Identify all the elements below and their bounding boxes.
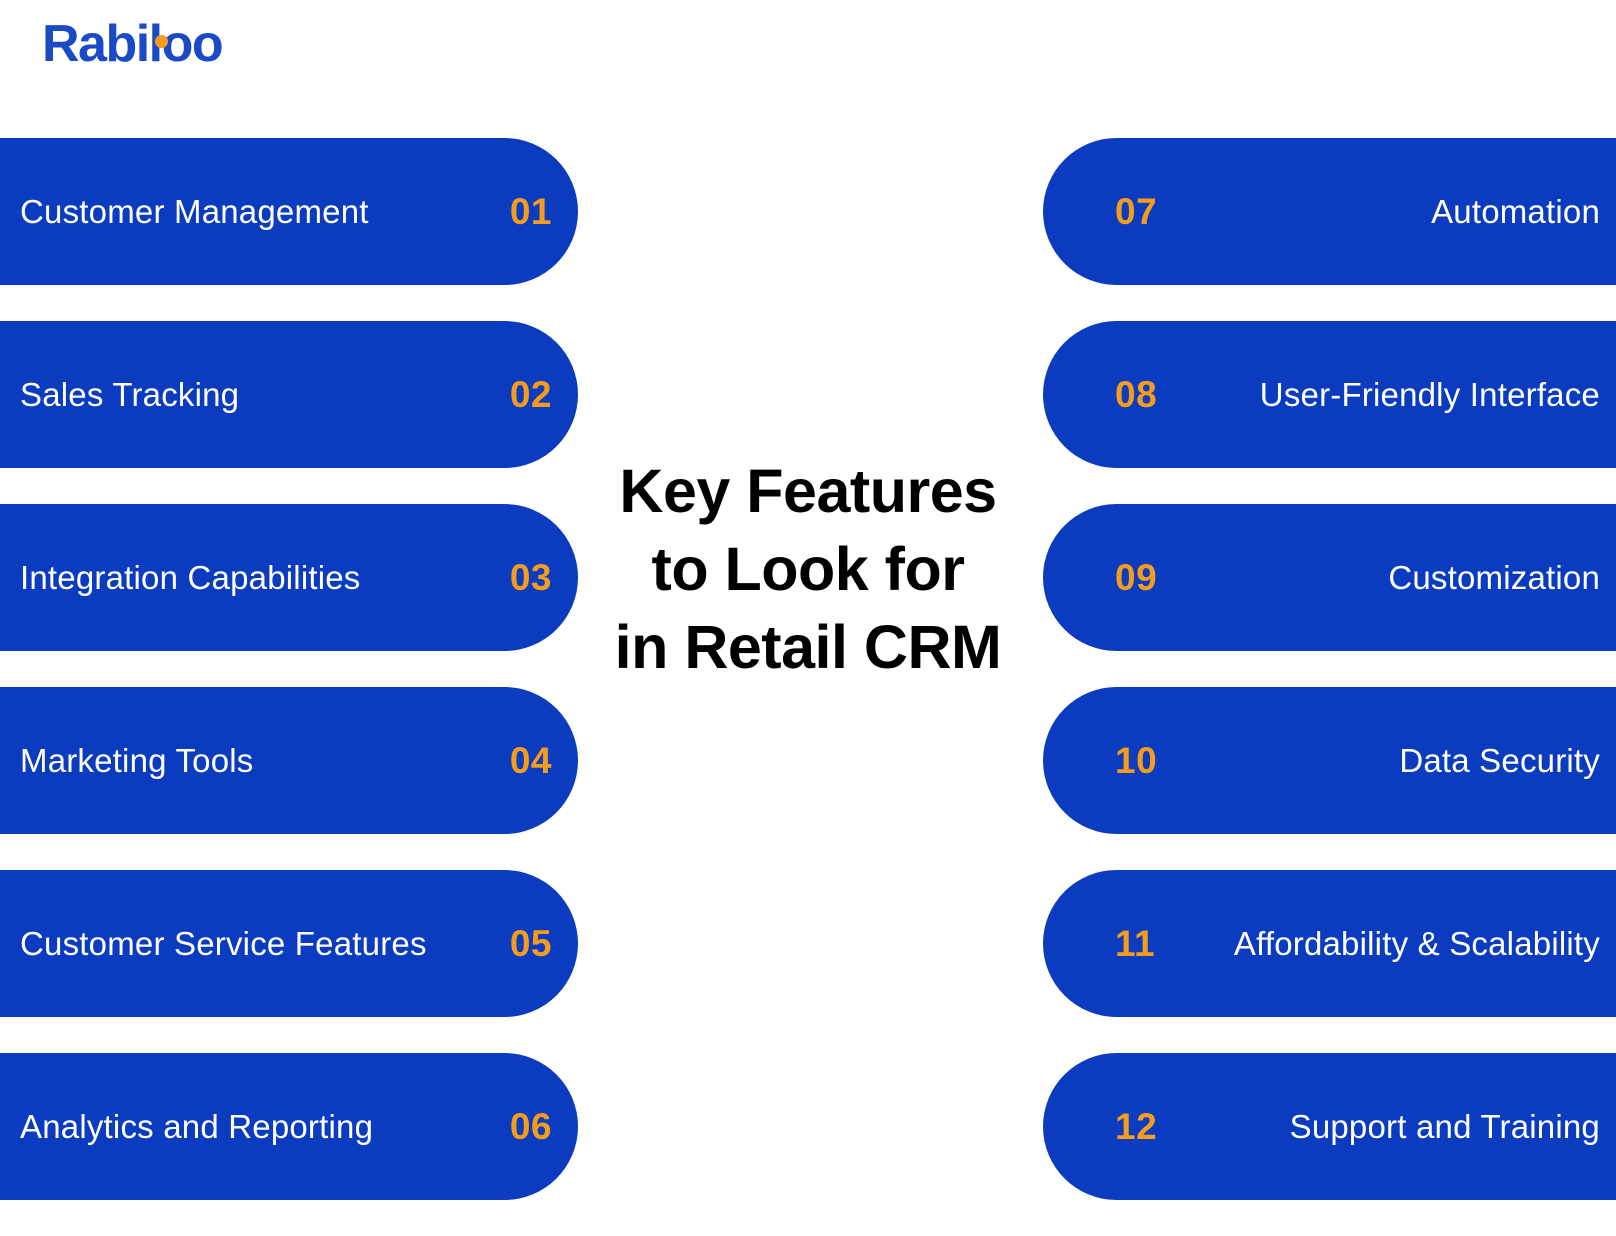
feature-number: 11 [1115,922,1156,964]
feature-label: Sales Tracking [20,375,240,413]
feature-label: User-Friendly Interface [1259,375,1600,413]
right-feature-column: 07 Automation 08 User-Friendly Interface… [1043,138,1616,1236]
left-feature-column: Customer Management 01 Sales Tracking 02… [0,138,578,1236]
feature-pill[interactable]: 10 Data Security [1043,687,1616,834]
feature-pill[interactable]: Marketing Tools 04 [0,687,578,834]
feature-label: Marketing Tools [20,741,254,779]
feature-number: 01 [509,190,552,232]
feature-number: 06 [509,1105,552,1147]
brand-logo[interactable]: Rabiloo [42,15,224,73]
feature-number: 12 [1115,1105,1158,1147]
feature-number: 04 [509,739,552,781]
feature-pill[interactable]: Analytics and Reporting 06 [0,1053,578,1200]
brand-logo-dot-icon [155,35,168,48]
page-title-line-2: to Look for [651,535,966,604]
feature-label: Automation [1431,192,1600,230]
feature-label: Customization [1388,558,1600,596]
feature-pill[interactable]: 08 User-Friendly Interface [1043,321,1616,468]
feature-number: 05 [509,922,552,964]
feature-pill[interactable]: Integration Capabilities 03 [0,504,578,651]
feature-number: 08 [1115,373,1158,415]
feature-pill[interactable]: 07 Automation [1043,138,1616,285]
feature-number: 10 [1115,739,1158,781]
feature-number: 07 [1115,190,1158,232]
feature-label: Customer Management [20,192,369,230]
feature-label: Analytics and Reporting [20,1107,374,1145]
feature-label: Data Security [1399,741,1600,779]
page-title-line-3: in Retail CRM [614,613,1002,682]
feature-number: 03 [509,556,552,598]
feature-pill[interactable]: 11 Affordability & Scalability [1043,870,1616,1017]
feature-number: 02 [509,373,552,415]
feature-number: 09 [1115,556,1158,598]
page-title: Key Features to Look for in Retail CRM [566,452,1050,686]
page-title-line-1: Key Features [619,457,997,525]
feature-pill[interactable]: Sales Tracking 02 [0,321,578,468]
feature-label: Support and Training [1289,1107,1600,1145]
feature-pill[interactable]: 09 Customization [1043,504,1616,651]
feature-label: Customer Service Features [20,924,427,962]
brand-logo-text: Rabiloo [42,15,224,73]
feature-pill[interactable]: 12 Support and Training [1043,1053,1616,1200]
feature-pill[interactable]: Customer Management 01 [0,138,578,285]
feature-label: Affordability & Scalability [1233,924,1600,962]
feature-label: Integration Capabilities [20,558,361,596]
feature-pill[interactable]: Customer Service Features 05 [0,870,578,1017]
